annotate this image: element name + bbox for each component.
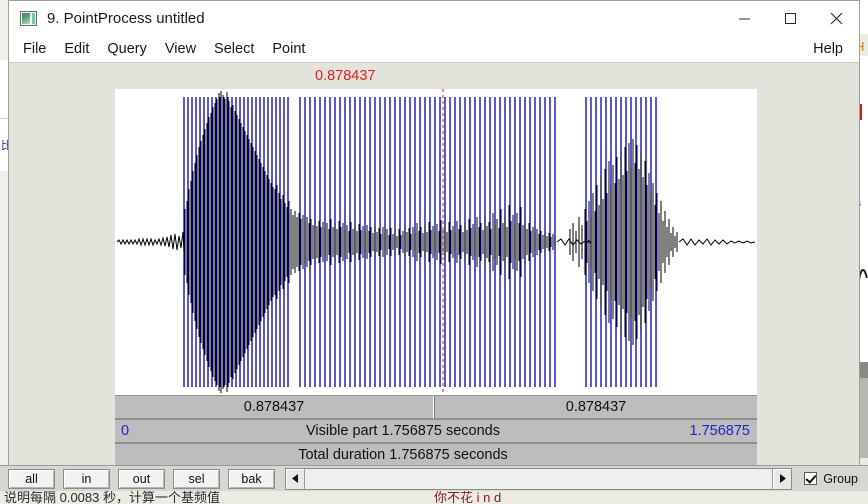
zoom-out-button[interactable]: out — [118, 468, 165, 489]
zoom-bak-button[interactable]: bak — [228, 468, 275, 489]
zoom-in-button[interactable]: in — [63, 468, 110, 489]
waveform-and-pulses — [116, 89, 756, 395]
visible-part-bar[interactable]: 0 Visible part 1.756875 seconds 1.756875 — [115, 419, 757, 443]
triangle-left-icon[interactable] — [286, 468, 305, 489]
caption-button-group — [721, 1, 859, 35]
menu-item-select[interactable]: Select — [214, 41, 254, 57]
group-checkbox-label: Group — [823, 471, 858, 486]
cursor-time-label: 0.878437 — [315, 68, 376, 84]
total-duration-bar[interactable]: Total duration 1.756875 seconds — [115, 443, 757, 467]
status-line-mid-text: 你不花 i n d — [434, 491, 502, 504]
time-left-cell[interactable]: 0.878437 — [115, 395, 434, 419]
horizontal-scrollbar[interactable] — [285, 467, 793, 490]
triangle-right-icon[interactable] — [772, 468, 792, 489]
screen: 比 H s 9. PointProcess untitled — [0, 0, 868, 504]
visible-start-label: 0 — [121, 423, 130, 439]
group-checkbox[interactable] — [804, 472, 818, 485]
visible-part-label: Visible part 1.756875 seconds — [305, 423, 500, 439]
menu-item-point[interactable]: Point — [272, 41, 305, 57]
maximize-button[interactable] — [767, 1, 813, 35]
title-bar: 9. PointProcess untitled — [9, 1, 859, 35]
status-line: 说明每隔 0.0083 秒，计算一个基频值 你不花 i n d — [0, 491, 868, 504]
menu-item-file[interactable]: File — [23, 41, 46, 57]
menu-item-help[interactable]: Help — [813, 41, 843, 57]
menu-item-view[interactable]: View — [165, 41, 196, 57]
window-title: 9. PointProcess untitled — [47, 9, 205, 27]
total-duration-label: Total duration 1.756875 seconds — [298, 447, 508, 463]
sound-waveform — [116, 91, 756, 393]
window-body: 0.878437 0.878437 0.878437 0 Visible par… — [9, 63, 859, 488]
zoom-sel-button[interactable]: sel — [173, 468, 220, 489]
visible-end-label: 1.756875 — [689, 423, 750, 439]
menu-item-edit[interactable]: Edit — [64, 41, 89, 57]
group-checkbox-container[interactable]: Group — [800, 467, 862, 490]
pointprocess-canvas[interactable] — [115, 89, 757, 395]
time-selection-bar: 0.878437 0.878437 — [115, 395, 757, 419]
scroll-track[interactable] — [305, 468, 773, 489]
pointprocess-window: 9. PointProcess untitled File Edit Query… — [8, 0, 860, 488]
close-button[interactable] — [813, 1, 859, 35]
bottom-toolbar: all in out sel bak Group — [0, 465, 868, 491]
time-right-cell[interactable]: 0.878437 — [434, 395, 757, 419]
praat-icon — [20, 10, 37, 26]
minimize-button[interactable] — [721, 1, 767, 35]
menu-item-query[interactable]: Query — [107, 41, 147, 57]
zoom-all-button[interactable]: all — [8, 468, 55, 489]
menu-bar: File Edit Query View Select Point Help — [9, 35, 859, 63]
